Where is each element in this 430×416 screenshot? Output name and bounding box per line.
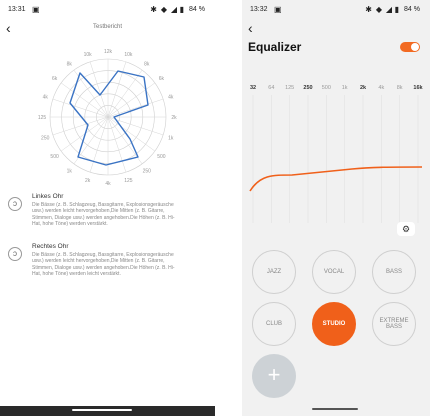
equalizer-toggle[interactable]	[400, 42, 420, 52]
radar-label-9: 125	[124, 178, 133, 184]
radar-label-16: 4k	[43, 95, 49, 101]
equalizer-curve-graph[interactable]	[242, 95, 430, 225]
eq-grid	[252, 95, 419, 223]
radar-spoke-1	[107, 61, 127, 118]
radar-spoke-17	[60, 82, 109, 118]
home-gesture-pill[interactable]	[312, 408, 358, 410]
frequency-label-64: 64	[268, 85, 275, 91]
notification-icon: ▣	[274, 5, 282, 14]
battery-percent: 84 %	[404, 6, 420, 13]
right-ear-description: Die Bässe (z. B. Schlagzeug, Bassgitarre…	[32, 252, 175, 278]
test-report-screen: 13:31 ▣ ✱ ◆ ◢ ▮ 84 % ‹ Testbericht 12k 10…	[0, 0, 215, 416]
gear-icon: ⚙	[401, 224, 411, 234]
frequency-label-125: 125	[285, 85, 295, 91]
toggle-knob	[411, 43, 419, 51]
battery-percent: 84 %	[189, 6, 205, 13]
radar-spoke-7	[107, 116, 156, 152]
radar-label-6: 1k	[168, 135, 174, 141]
radar-label-8: 250	[143, 168, 152, 174]
screenshot-root: 13:31 ▣ ✱ ◆ ◢ ▮ 84 % ‹ Testbericht 12k 10…	[0, 0, 430, 416]
eq-curve	[249, 166, 423, 192]
frequency-label-500: 500	[321, 85, 331, 91]
wifi-icon: ◆	[375, 5, 382, 14]
radar-label-13: 500	[50, 154, 59, 160]
radar-spoke-14	[52, 116, 109, 136]
equalizer-screen: 13:32 ▣ ✱ ◆ ◢ ▮ 84 % ‹ Equalizer 32 64 125…	[242, 0, 430, 416]
preset-bass-button[interactable]: BASS	[372, 250, 416, 294]
radar-spoke-11	[89, 116, 109, 173]
bluetooth-icon: ✱	[150, 5, 157, 14]
frequency-label-1k: 1k	[341, 85, 348, 91]
battery-icon: ▮	[179, 5, 184, 14]
radar-label-1: 10k	[124, 52, 133, 58]
left-ear-title: Linkes Ohr	[32, 193, 64, 200]
signal-icon: ◢	[385, 5, 392, 14]
radar-label-10: 4k	[105, 181, 111, 187]
radar-label-18: 8k	[67, 62, 73, 68]
hearing-radar-chart: 12k 10k 8k 6k 4k 2k 1k 500 250 125 4k 2k 1k 500 250 125…	[38, 49, 177, 187]
preset-extreme-bass-button[interactable]: EXTREME BASS	[372, 302, 416, 346]
radar-label-12: 1k	[67, 168, 73, 174]
status-time: 13:31	[8, 6, 26, 13]
frequency-label-4k: 4k	[378, 85, 385, 91]
radar-label-0: 12k	[104, 49, 113, 55]
add-preset-button[interactable]: +	[252, 354, 296, 398]
preset-club-button[interactable]: CLUB	[252, 302, 296, 346]
preset-vocal-button[interactable]: VOCAL	[312, 250, 356, 294]
navigation-bar-left	[0, 406, 215, 416]
back-arrow-icon[interactable]: ‹	[248, 21, 253, 35]
radar-label-2: 8k	[144, 62, 150, 68]
frequency-label-32: 32	[249, 85, 257, 91]
status-bar-right: 13:32 ▣ ✱ ◆ ◢ ▮ 84 %	[242, 0, 430, 20]
status-bar-left: 13:31 ▣ ✱ ◆ ◢ ▮ 84 %	[0, 0, 215, 20]
screen-gap	[215, 0, 242, 416]
radar-spoke-19	[89, 61, 109, 118]
radar-label-11: 2k	[85, 178, 91, 184]
wifi-icon: ◆	[160, 5, 167, 14]
radar-label-4: 4k	[168, 95, 174, 101]
equalizer-title: Equalizer	[248, 40, 302, 54]
frequency-label-2k: 2k	[359, 85, 367, 91]
right-ear-title: Rechtes Ohr	[32, 243, 69, 250]
bluetooth-icon: ✱	[365, 5, 372, 14]
frequency-label-16k: 16k	[413, 85, 423, 91]
radar-label-7: 500	[157, 154, 166, 160]
battery-icon: ▮	[394, 5, 399, 14]
radar-label-15: 125	[38, 115, 47, 121]
left-ear-description: Die Bässe (z. B. Schlagzeug, Bassgitarre…	[32, 202, 175, 228]
radar-label-3: 6k	[159, 76, 165, 82]
preset-studio-button[interactable]: STUDIO	[312, 302, 356, 346]
signal-icon: ◢	[170, 5, 177, 14]
home-gesture-pill[interactable]	[72, 409, 132, 411]
radar-label-19: 10k	[84, 52, 93, 58]
left-ear-icon: ↄ	[8, 197, 22, 211]
status-time: 13:32	[250, 6, 268, 13]
radar-grid	[49, 58, 167, 176]
radar-label-14: 250	[41, 135, 50, 141]
settings-button[interactable]: ⚙	[397, 222, 415, 236]
radar-spoke-4	[107, 98, 164, 118]
page-title: Testbericht	[92, 24, 122, 30]
notification-icon: ▣	[32, 5, 40, 14]
radar-label-17: 6k	[52, 76, 58, 82]
radar-spoke-16	[52, 98, 109, 118]
radar-label-5: 2k	[171, 115, 177, 121]
frequency-label-8k: 8k	[396, 85, 403, 91]
preset-jazz-button[interactable]: JAZZ	[252, 250, 296, 294]
frequency-label-250: 250	[303, 85, 313, 91]
right-ear-icon: ↄ	[8, 247, 22, 261]
